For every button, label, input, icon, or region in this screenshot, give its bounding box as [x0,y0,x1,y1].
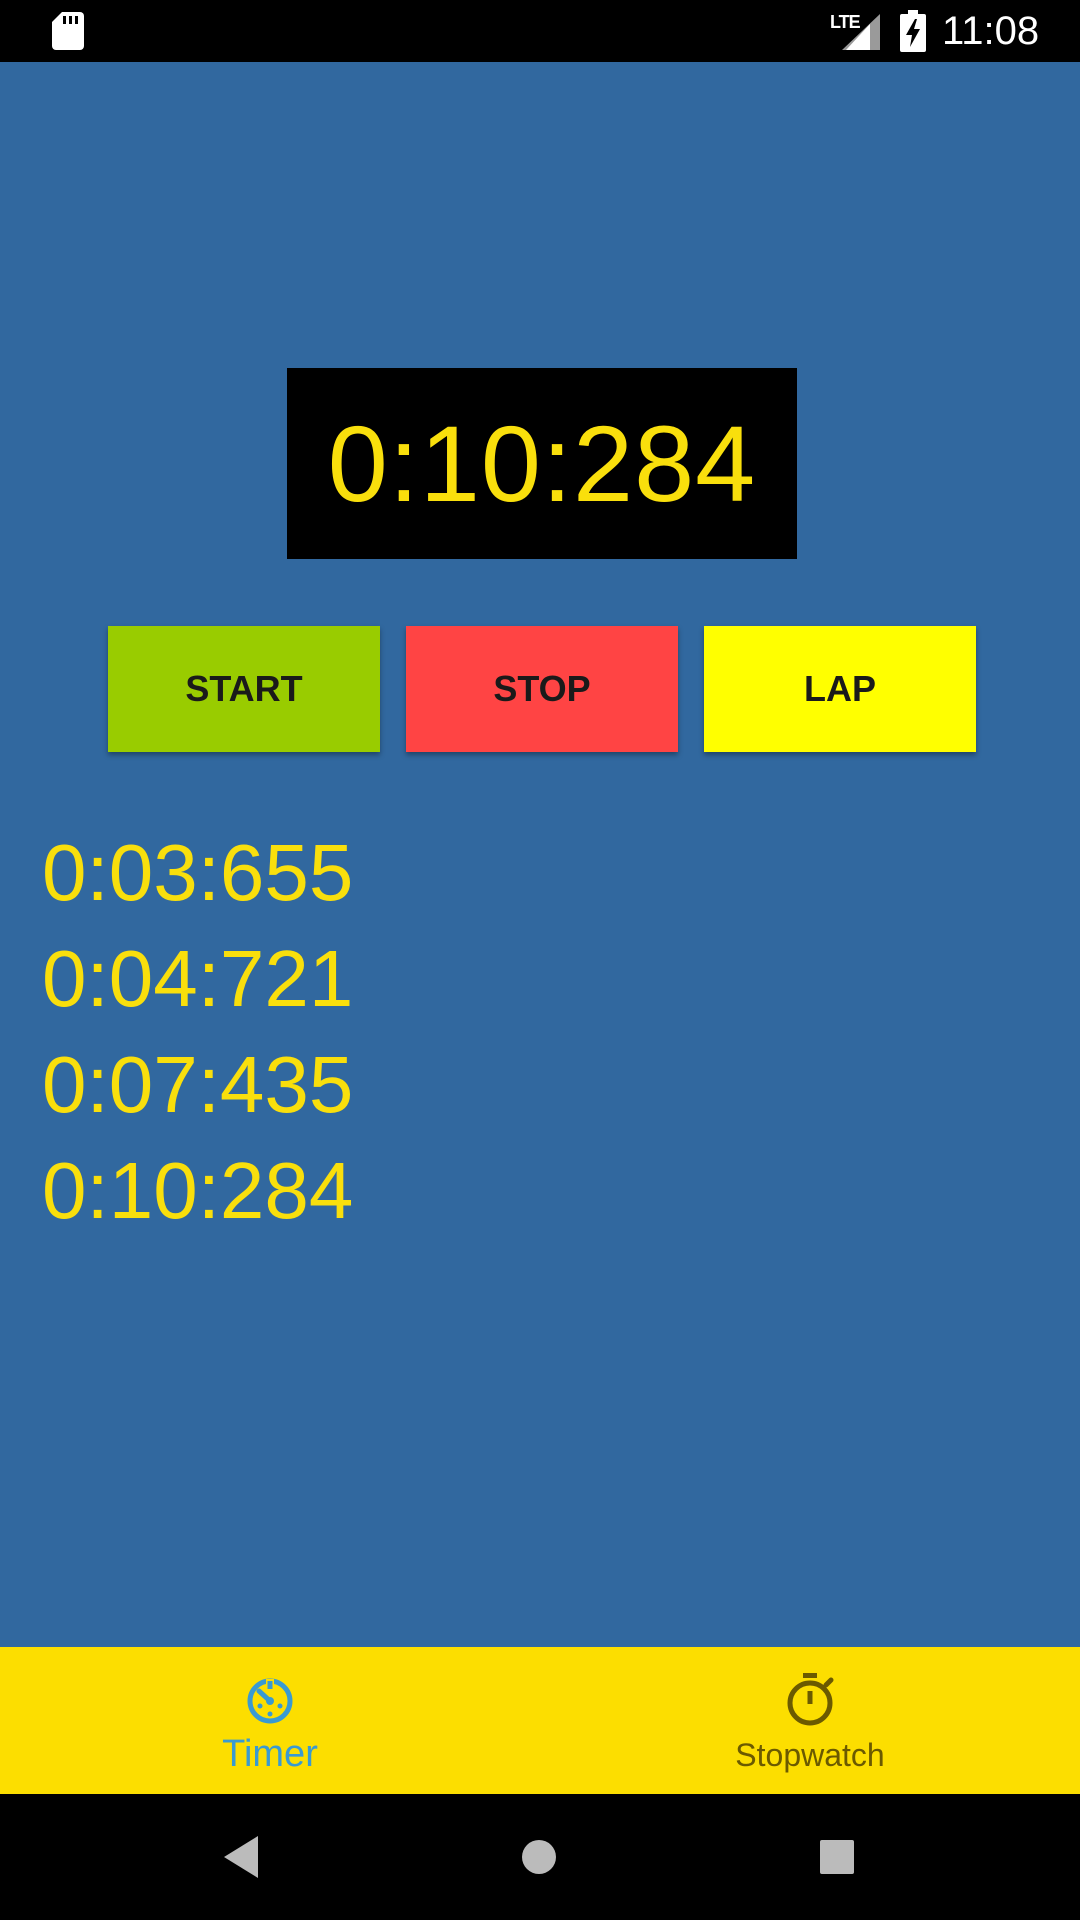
app-screen: LTE 11:08 0:10:284 START STOP LAP 0:03:6… [0,0,1080,1920]
nav-label-timer: Timer [222,1733,318,1775]
status-bar: LTE 11:08 [0,0,1080,62]
nav-label-stopwatch: Stopwatch [735,1737,885,1773]
nav-item-stopwatch[interactable]: Stopwatch [540,1647,1080,1794]
nav-item-timer[interactable]: Timer [0,1647,540,1794]
signal-icon [842,14,880,50]
stop-button[interactable]: STOP [406,626,678,752]
timer-display: 0:10:284 [287,368,797,559]
lap-item: 0:04:721 [42,934,354,1023]
lap-item: 0:10:284 [42,1146,354,1235]
back-icon[interactable] [216,1832,266,1882]
start-button[interactable]: START [108,626,380,752]
timer-value: 0:10:284 [327,402,757,524]
recents-icon[interactable] [812,1832,862,1882]
lap-item: 0:03:655 [42,828,354,917]
home-icon[interactable] [514,1832,564,1882]
sd-card-icon [52,12,84,50]
battery-charging-icon [900,10,926,52]
system-navigation-bar [0,1794,1080,1920]
timer-icon [247,1678,293,1724]
status-clock: 11:08 [942,9,1040,53]
lap-item: 0:07:435 [42,1040,354,1129]
lap-button[interactable]: LAP [704,626,976,752]
bottom-navigation: Timer Stopwatch [0,1647,1080,1794]
lap-list: 0:03:655 0:04:721 0:07:435 0:10:284 [42,820,353,1244]
stopwatch-icon [787,1673,834,1726]
